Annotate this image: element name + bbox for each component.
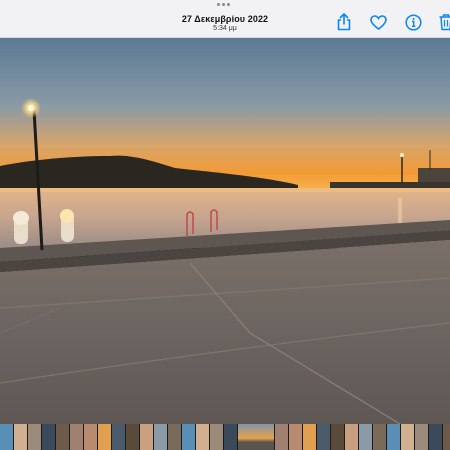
thumbnail[interactable] (70, 424, 83, 450)
thumbnail[interactable] (154, 424, 167, 450)
thumbnail[interactable] (401, 424, 414, 450)
thumbnail[interactable] (196, 424, 209, 450)
thumbnail[interactable] (140, 424, 153, 450)
photo-date: 27 Δεκεμβρίου 2022 (181, 14, 269, 24)
thumbnail[interactable] (443, 424, 450, 450)
trash-icon (439, 14, 450, 31)
thumbnail[interactable] (387, 424, 400, 450)
thumbnail-strip[interactable] (0, 424, 450, 450)
favorite-button[interactable] (368, 12, 388, 32)
thumbnail[interactable] (317, 424, 330, 450)
photo-viewer[interactable] (0, 38, 450, 424)
thumbnail[interactable] (0, 424, 13, 450)
thumbnail[interactable] (168, 424, 181, 450)
heart-icon (369, 14, 387, 30)
thumbnail[interactable] (359, 424, 372, 450)
thumbnail[interactable] (289, 424, 302, 450)
thumbnail[interactable] (415, 424, 428, 450)
thumbnail[interactable] (84, 424, 97, 450)
thumbnail[interactable] (56, 424, 69, 450)
more-handle[interactable] (217, 3, 230, 6)
info-button[interactable] (403, 12, 423, 32)
delete-button[interactable] (436, 12, 450, 32)
photo-time: 5:34 μμ (213, 25, 237, 32)
thumbnail[interactable] (303, 424, 316, 450)
thumbnail[interactable] (345, 424, 358, 450)
thumbnail[interactable] (224, 424, 237, 450)
thumbnail[interactable] (112, 424, 125, 450)
photo-toolbar: 27 Δεκεμβρίου 2022 5:34 μμ (0, 0, 450, 38)
thumbnail[interactable] (28, 424, 41, 450)
thumbnail[interactable] (210, 424, 223, 450)
thumbnail[interactable] (126, 424, 139, 450)
thumbnail[interactable] (14, 424, 27, 450)
thumbnail[interactable] (373, 424, 386, 450)
sunset-harbor-photo (0, 38, 450, 424)
thumbnail[interactable] (98, 424, 111, 450)
thumbnail[interactable] (238, 424, 274, 450)
thumbnail[interactable] (275, 424, 288, 450)
thumbnail[interactable] (42, 424, 55, 450)
thumbnail[interactable] (182, 424, 195, 450)
share-icon (337, 13, 351, 31)
thumbnail[interactable] (429, 424, 442, 450)
share-button[interactable] (334, 12, 354, 32)
thumbnail[interactable] (331, 424, 344, 450)
info-icon (404, 13, 422, 31)
